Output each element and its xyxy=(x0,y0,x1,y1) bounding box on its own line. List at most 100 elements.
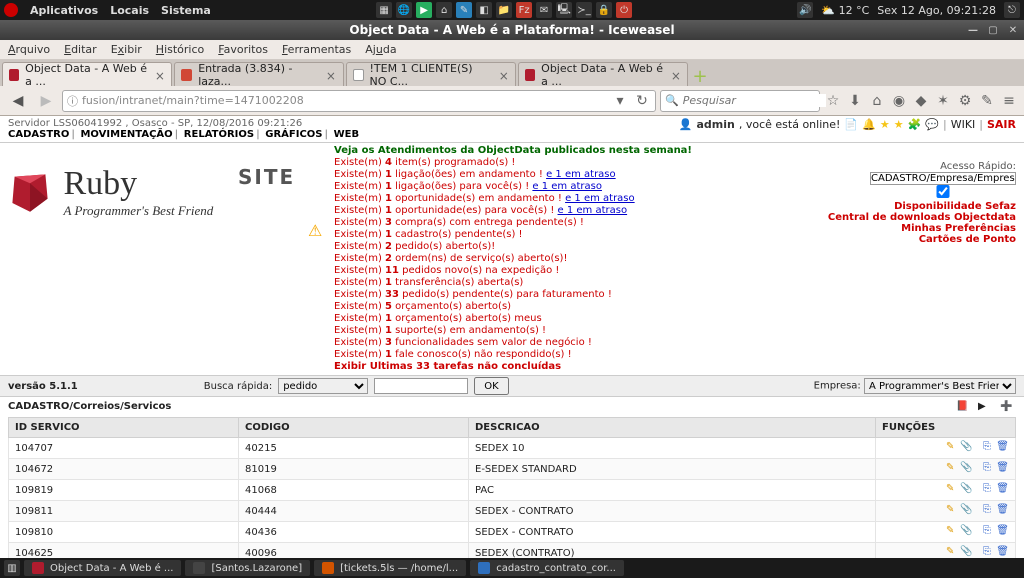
launcher-icon[interactable]: 📁 xyxy=(496,2,512,18)
tray-icon[interactable]: ⎋ xyxy=(1004,2,1020,18)
menu-history[interactable]: Histórico xyxy=(156,43,204,56)
launcher-icon[interactable]: ⏻ xyxy=(616,2,632,18)
table-row[interactable]: 109810 40436 SEDEX - CONTRATO ✎ 📎 ⎘ 🗑 xyxy=(9,522,1016,543)
table-row[interactable]: 104707 40215 SEDEX 10 ✎ 📎 ⎘ 🗑 xyxy=(9,438,1016,459)
taskbar-button[interactable]: [tickets.5ls — /home/l... xyxy=(314,560,466,576)
notif-line[interactable]: Existe(m) 1 fale conosco(s) não respondi… xyxy=(334,349,796,361)
copy-icon[interactable]: ⎘ xyxy=(977,504,991,518)
table-row[interactable]: 109811 40444 SEDEX - CONTRATO ✎ 📎 ⎘ 🗑 xyxy=(9,501,1016,522)
attach-icon[interactable]: 📎 xyxy=(959,546,973,558)
maximize-button[interactable]: ▢ xyxy=(986,23,1000,37)
notif-line[interactable]: Existe(m) 1 oportunidade(es) para você(s… xyxy=(334,205,796,217)
new-tab-button[interactable]: + xyxy=(690,66,710,86)
status-badge-icon[interactable]: 📄 xyxy=(844,118,858,131)
table-row[interactable]: 104672 81019 E-SEDEX STANDARD ✎ 📎 ⎘ 🗑 xyxy=(9,459,1016,480)
site-identity-icon[interactable]: ⓘ xyxy=(67,93,78,109)
attach-icon[interactable]: 📎 xyxy=(959,462,973,476)
edit-icon[interactable]: ✎ xyxy=(940,504,954,518)
url-input[interactable] xyxy=(82,94,607,107)
bookmark-icon[interactable]: ☆ xyxy=(824,92,842,110)
menu-graficos[interactable]: GRÁFICOS xyxy=(265,129,322,140)
launcher-icon[interactable]: ≻_ xyxy=(576,2,592,18)
addon-icon[interactable]: ✶ xyxy=(934,92,952,110)
browser-tab[interactable]: Object Data - A Web é a ...× xyxy=(2,62,172,86)
taskbar-button[interactable]: cadastro_contrato_cor... xyxy=(470,560,624,576)
search-text-input[interactable] xyxy=(374,378,468,394)
notif-line[interactable]: Existe(m) 3 funcionalidades sem valor de… xyxy=(334,337,796,349)
notif-line[interactable]: Existe(m) 2 pedido(s) aberto(s)! xyxy=(334,241,796,253)
addon-icon[interactable]: ⚙ xyxy=(956,92,974,110)
weather[interactable]: ⛅ 12 °C xyxy=(821,4,869,17)
wiki-link[interactable]: WIKI xyxy=(951,118,976,131)
copy-icon[interactable]: ⎘ xyxy=(977,525,991,539)
quick-link[interactable]: Minhas Preferências xyxy=(796,223,1016,234)
logout-link[interactable]: SAIR xyxy=(987,118,1016,131)
launcher-icon[interactable]: 🖳 xyxy=(556,2,572,18)
copy-icon[interactable]: ⎘ xyxy=(977,546,991,558)
notif-line[interactable]: Existe(m) 1 cadastro(s) pendente(s) ! xyxy=(334,229,796,241)
delete-icon[interactable]: 🗑 xyxy=(995,441,1009,455)
col-codigo[interactable]: CODIGO xyxy=(239,418,469,438)
tab-close-icon[interactable]: × xyxy=(671,69,681,81)
col-idservico[interactable]: ID SERVICO xyxy=(9,418,239,438)
delete-icon[interactable]: 🗑 xyxy=(995,462,1009,476)
edit-icon[interactable]: ✎ xyxy=(940,483,954,497)
close-button[interactable]: ✕ xyxy=(1006,23,1020,37)
downloads-icon[interactable]: ⬇ xyxy=(846,92,864,110)
table-row[interactable]: 104625 40096 SEDEX (CONTRATO) ✎ 📎 ⎘ 🗑 xyxy=(9,543,1016,559)
col-descricao[interactable]: DESCRICAO xyxy=(469,418,876,438)
notif-line[interactable]: Existe(m) 33 pedido(s) pendente(s) para … xyxy=(334,289,796,301)
status-badge-icon[interactable]: ★ xyxy=(880,118,890,131)
quick-link[interactable]: Disponibilidade Sefaz xyxy=(796,201,1016,212)
status-badge-icon[interactable]: 🧩 xyxy=(908,118,922,131)
menu-file[interactable]: Arquivo xyxy=(8,43,50,56)
copy-icon[interactable]: ⎘ xyxy=(977,462,991,476)
tab-close-icon[interactable]: × xyxy=(499,69,509,81)
notif-line[interactable]: Existe(m) 1 ligação(ões) para você(s) ! … xyxy=(334,181,796,193)
addon-icon[interactable]: ◉ xyxy=(890,92,908,110)
edit-icon[interactable]: ✎ xyxy=(940,525,954,539)
launcher-icon[interactable]: ⌂ xyxy=(436,2,452,18)
help-icon[interactable]: 📕 xyxy=(956,401,972,417)
delete-icon[interactable]: 🗑 xyxy=(995,483,1009,497)
back-button[interactable]: ◀ xyxy=(6,89,30,113)
menu-bookmarks[interactable]: Favoritos xyxy=(218,43,268,56)
notif-line[interactable]: Existe(m) 1 ligação(ões) em andamento ! … xyxy=(334,169,796,181)
edit-icon[interactable]: ✎ xyxy=(940,441,954,455)
show-desktop-icon[interactable]: ▥ xyxy=(4,560,20,576)
search-input[interactable] xyxy=(683,94,826,107)
taskbar-button[interactable]: Object Data - A Web é ... xyxy=(24,560,181,576)
notif-line[interactable]: Existe(m) 1 transferência(s) aberta(s) xyxy=(334,277,796,289)
status-badge-icon[interactable]: ★ xyxy=(894,118,904,131)
taskbar-button[interactable]: [Santos.Lazarone] xyxy=(185,560,310,576)
browser-tab[interactable]: Object Data - A Web é a ...× xyxy=(518,62,688,86)
delete-icon[interactable]: 🗑 xyxy=(995,525,1009,539)
edit-icon[interactable]: ✎ xyxy=(940,462,954,476)
quick-access-checkbox[interactable] xyxy=(870,185,1016,198)
status-badge-icon[interactable]: 🔔 xyxy=(862,118,876,131)
volume-icon[interactable]: 🔊 xyxy=(797,2,813,18)
tab-close-icon[interactable]: × xyxy=(155,69,165,81)
clock[interactable]: Sex 12 Ago, 09:21:28 xyxy=(877,4,996,17)
menu-relatorios[interactable]: RELATÓRIOS xyxy=(184,129,254,140)
notif-line[interactable]: Existe(m) 11 pedidos novo(s) na expediçã… xyxy=(334,265,796,277)
attach-icon[interactable]: 📎 xyxy=(959,483,973,497)
table-row[interactable]: 109819 41068 PAC ✎ 📎 ⎘ 🗑 xyxy=(9,480,1016,501)
dropdown-icon[interactable]: ▾ xyxy=(611,92,629,110)
attach-icon[interactable]: 📎 xyxy=(959,441,973,455)
launcher-icon[interactable]: 🔒 xyxy=(596,2,612,18)
quick-access-input[interactable] xyxy=(870,172,1016,185)
addon-icon[interactable]: ✎ xyxy=(978,92,996,110)
panel-menu-places[interactable]: Locais xyxy=(110,4,149,17)
notif-line[interactable]: Existe(m) 1 oportunidade(s) em andamento… xyxy=(334,193,796,205)
attach-icon[interactable]: 📎 xyxy=(959,504,973,518)
panel-menu-apps[interactable]: Aplicativos xyxy=(30,4,98,17)
hamburger-icon[interactable]: ≡ xyxy=(1000,92,1018,110)
home-icon[interactable]: ⌂ xyxy=(868,92,886,110)
tab-close-icon[interactable]: × xyxy=(326,69,337,81)
add-icon[interactable]: ➕ xyxy=(1000,401,1016,417)
launcher-icon[interactable]: ✎ xyxy=(456,2,472,18)
search-type-select[interactable]: pedido xyxy=(278,378,368,394)
attach-icon[interactable]: 📎 xyxy=(959,525,973,539)
copy-icon[interactable]: ⎘ xyxy=(977,441,991,455)
